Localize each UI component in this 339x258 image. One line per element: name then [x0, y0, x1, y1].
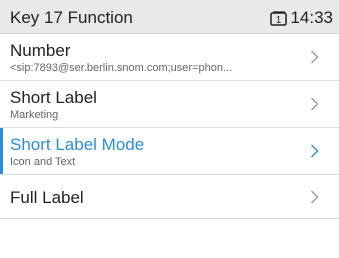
- list-item-title: Number: [10, 41, 71, 60]
- list-item-title: Short Label Mode: [10, 135, 145, 154]
- list-item-subtitle: Icon and Text: [10, 156, 76, 168]
- page-title: Key 17 Function: [10, 8, 133, 27]
- list-item-short-label[interactable]: Short Label Marketing: [0, 81, 339, 128]
- list-item-number[interactable]: Number <sip:7893@ser.berlin.snom.com;use…: [0, 34, 339, 81]
- list-item-title: Short Label: [10, 88, 97, 107]
- line-badge: 1: [276, 15, 282, 26]
- status-area: 1 14:33: [270, 8, 333, 28]
- chevron-right-icon: [311, 190, 319, 203]
- settings-list: Number <sip:7893@ser.berlin.snom.com;use…: [0, 34, 339, 219]
- chevron-right-icon: [311, 50, 319, 64]
- list-item-title: Full Label: [10, 188, 84, 207]
- chevron-right-icon: [311, 144, 319, 158]
- clock: 14:33: [290, 8, 333, 27]
- list-item-subtitle: <sip:7893@ser.berlin.snom.com;user=phon.…: [10, 62, 233, 74]
- list-item-short-label-mode[interactable]: Short Label Mode Icon and Text: [0, 128, 339, 175]
- list-item-full-label[interactable]: Full Label: [0, 175, 339, 219]
- title-bar: Key 17 Function 1 14:33: [0, 0, 339, 34]
- list-item-subtitle: Marketing: [10, 109, 59, 121]
- chevron-right-icon: [311, 97, 319, 111]
- phone-line-icon: 1: [270, 10, 288, 26]
